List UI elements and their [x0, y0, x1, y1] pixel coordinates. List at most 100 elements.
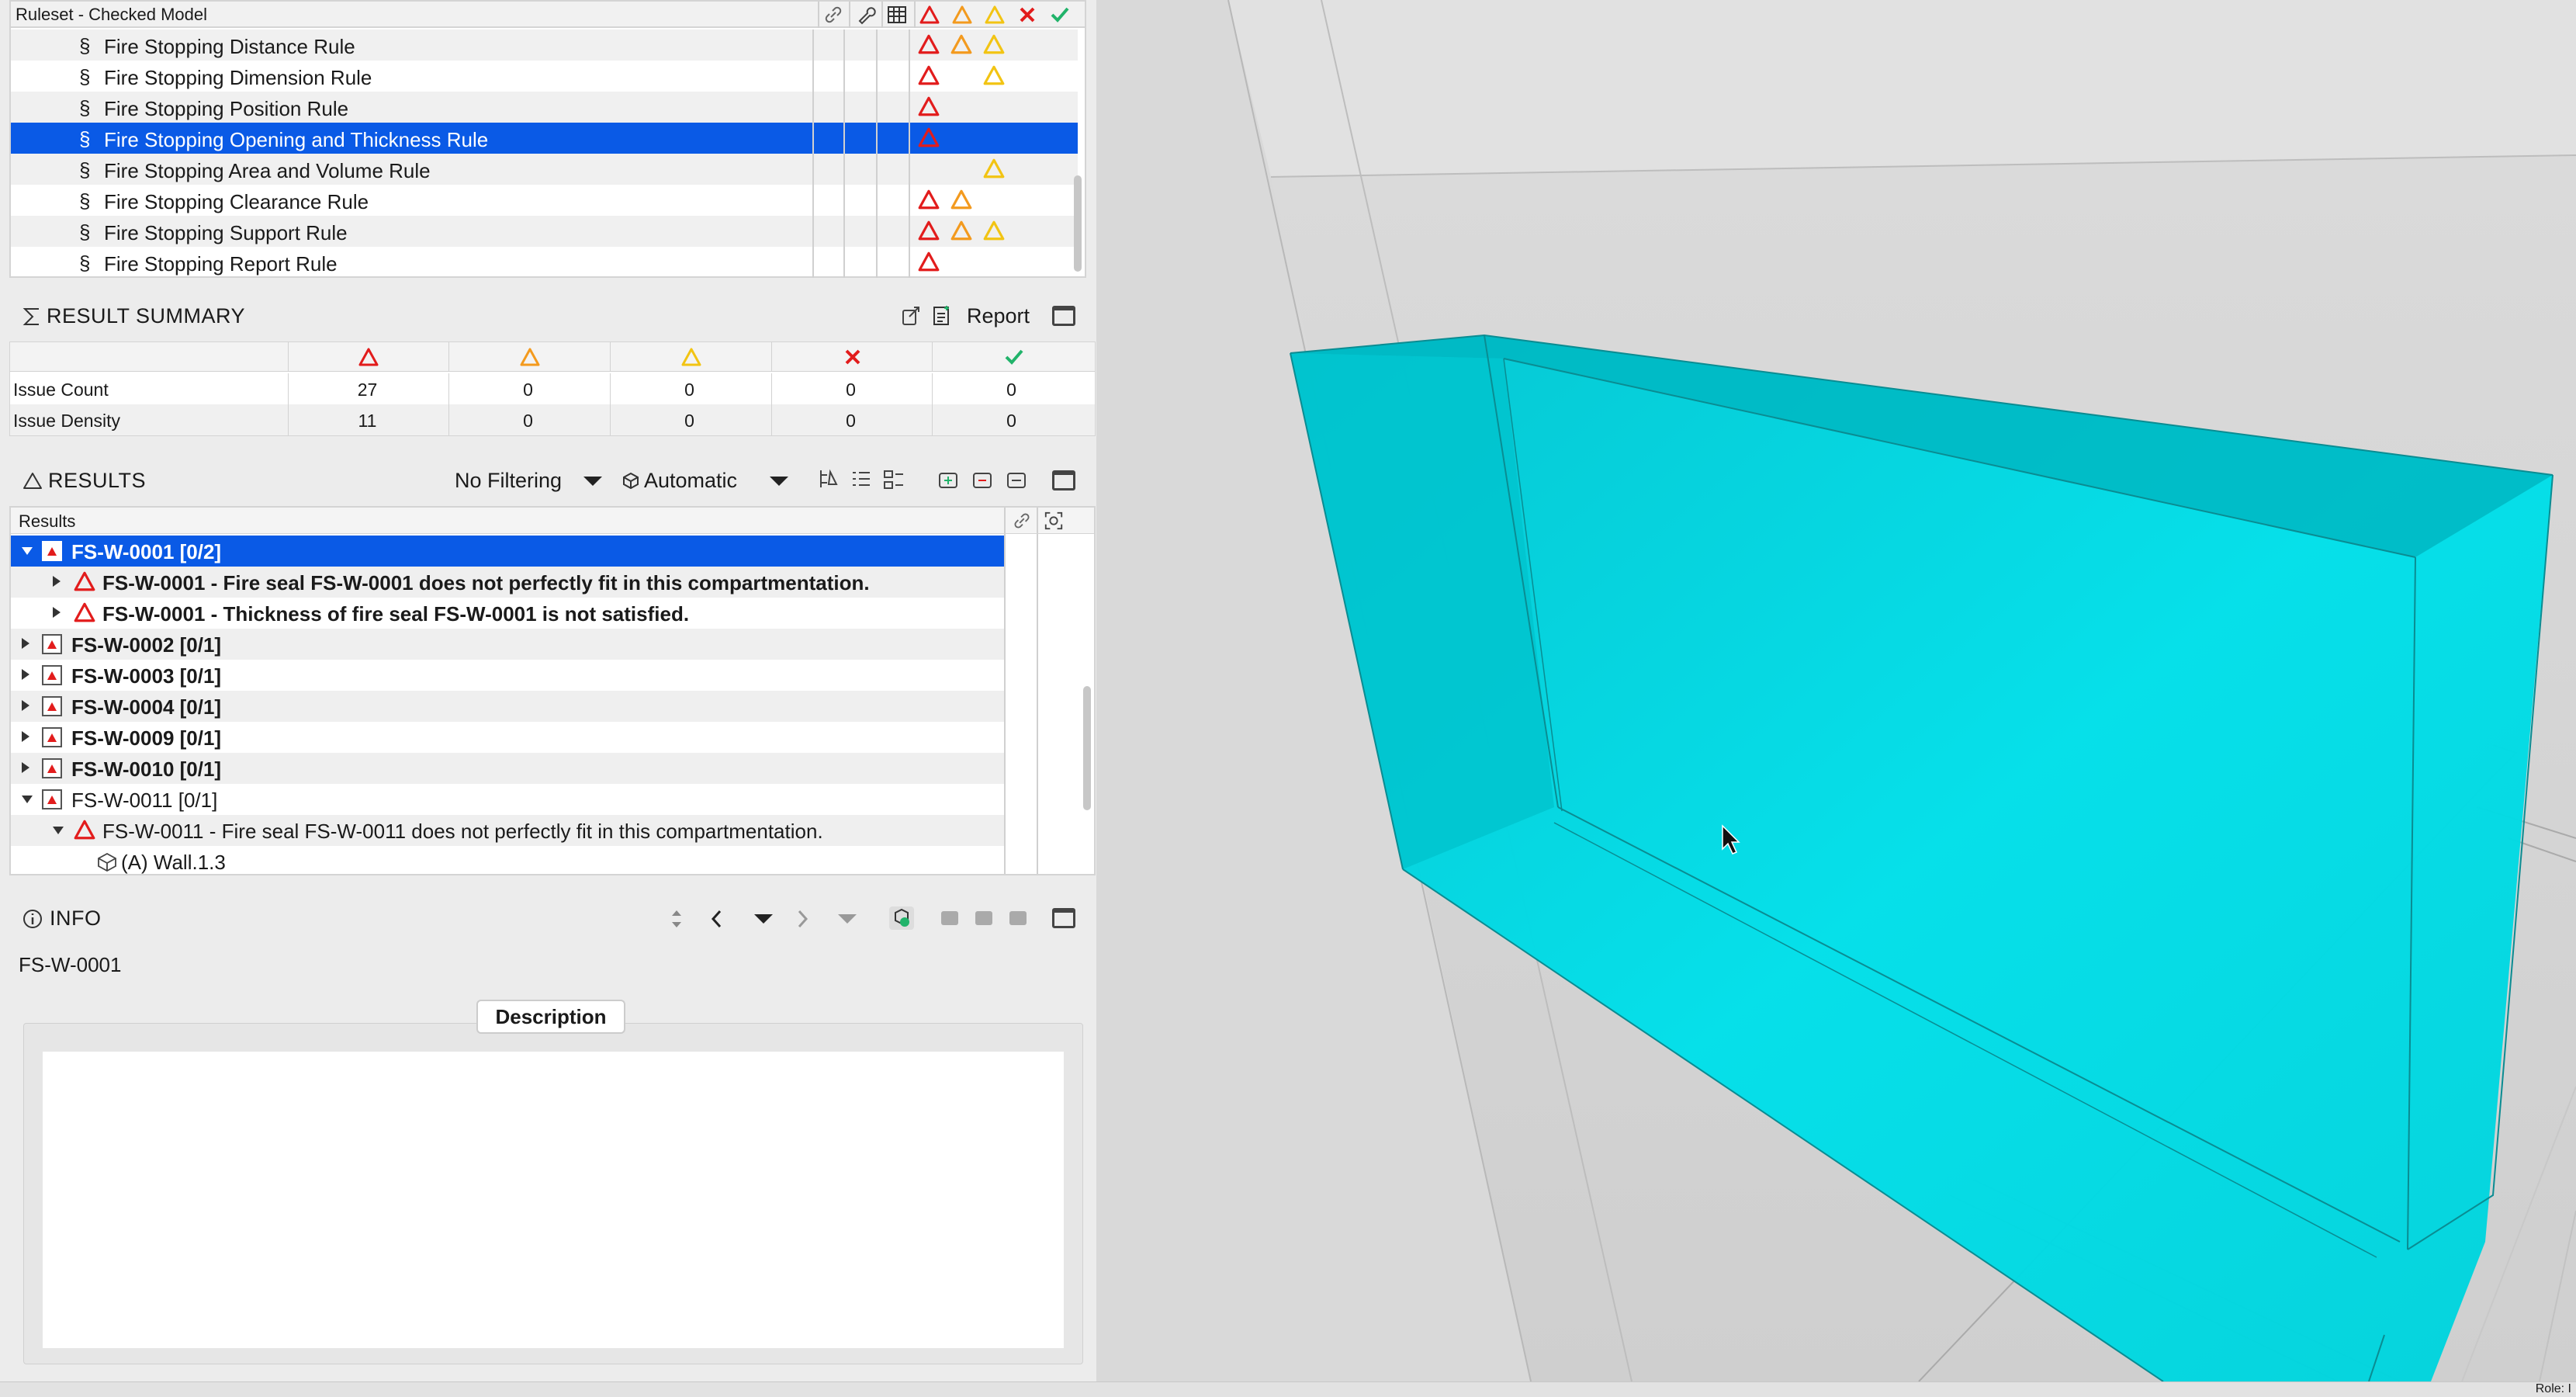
issue-group-icon: [42, 696, 62, 716]
ruleset-row[interactable]: § Fire Stopping Distance Rule: [11, 29, 1078, 61]
accepted-icon[interactable]: [1049, 4, 1071, 26]
zoom-to-fit-icon[interactable]: [1043, 511, 1065, 531]
result-group-row[interactable]: FS-W-0002 [0/1]: [11, 629, 1004, 660]
remove-presentation-icon[interactable]: [970, 467, 995, 492]
results-tree: Results FS-W-0001 [0/2] FS-W-0001 - Fire …: [9, 506, 1096, 875]
ruleset-table: Ruleset - Checked Model § Fire Stopping D…: [9, 0, 1086, 278]
summary-header-row: [10, 342, 1095, 372]
summary-row: Issue Count 27 0 0 0 0: [10, 373, 1095, 404]
ruleset-row[interactable]: § Fire Stopping Position Rule: [11, 92, 1078, 123]
rule-name: Fire Stopping Clearance Rule: [104, 190, 369, 213]
expand-chevron-right-icon[interactable]: [22, 762, 29, 773]
mode-chevron-down-icon[interactable]: [770, 477, 788, 486]
result-issue-row[interactable]: FS-W-0001 - Thickness of fire seal FS-W-…: [11, 598, 1004, 629]
result-issue-row[interactable]: FS-W-0011 - Fire seal FS-W-0011 does not…: [11, 815, 1004, 846]
ruleset-row[interactable]: § Fire Stopping Opening and Thickness Rul…: [11, 123, 1078, 154]
ruleset-row[interactable]: § Fire Stopping Area and Volume Rule: [11, 154, 1078, 185]
rule-section-icon: §: [79, 65, 91, 88]
results-scrollbar[interactable]: [1083, 686, 1091, 810]
presentation-icon[interactable]: [1004, 467, 1029, 492]
sort-icon[interactable]: [667, 906, 686, 931]
critical-issue-icon[interactable]: [919, 4, 940, 26]
rejected-icon[interactable]: [1016, 4, 1038, 26]
mode-dropdown[interactable]: Automatic: [644, 469, 737, 493]
ruleset-row[interactable]: § Fire Stopping Support Rule: [11, 216, 1078, 247]
report-button[interactable]: Report: [967, 304, 1030, 328]
upper-wall-surface: [1228, 0, 2576, 177]
wrench-icon[interactable]: [855, 4, 877, 26]
info-add-presentation-icon[interactable]: [937, 905, 962, 930]
info-icon: [23, 910, 42, 928]
maximize-info-button[interactable]: [1052, 908, 1075, 928]
result-label: FS-W-0009 [0/1]: [71, 726, 222, 750]
ruleset-scrollbar[interactable]: [1074, 175, 1082, 272]
results-link-icon[interactable]: [1012, 511, 1032, 531]
moderate-issue-icon: [950, 34, 972, 54]
result-element-row[interactable]: (A) Wall.1.3: [11, 846, 1004, 874]
info-chevron-down-icon[interactable]: [754, 914, 773, 924]
summary-cell: 0: [523, 380, 533, 400]
filter-dropdown[interactable]: No Filtering: [455, 469, 562, 493]
report-icon[interactable]: [931, 304, 953, 328]
3d-viewport[interactable]: [1096, 0, 2576, 1381]
result-group-row[interactable]: FS-W-0003 [0/1]: [11, 660, 1004, 691]
issue-group-icon: [42, 727, 62, 747]
issue-group-icon: [42, 541, 62, 561]
summary-cell: 0: [1006, 380, 1016, 400]
result-group-row[interactable]: FS-W-0011 [0/1]: [11, 784, 1004, 815]
result-group-row[interactable]: FS-W-0010 [0/1]: [11, 753, 1004, 784]
maximize-results-button[interactable]: [1052, 470, 1075, 491]
result-group-row[interactable]: FS-W-0009 [0/1]: [11, 722, 1004, 753]
expand-chevron-right-icon[interactable]: [53, 576, 61, 587]
summary-cell: 0: [684, 411, 694, 431]
summary-cell: 0: [684, 380, 694, 400]
export-icon[interactable]: [900, 304, 923, 328]
expand-chevron-right-icon[interactable]: [22, 669, 29, 680]
result-label: FS-W-0002 [0/1]: [71, 633, 222, 657]
expand-chevron-right-icon[interactable]: [22, 731, 29, 742]
ruleset-row[interactable]: § Fire Stopping Report Rule: [11, 247, 1078, 278]
moderate-issue-icon: [950, 189, 972, 210]
add-presentation-icon[interactable]: [936, 467, 961, 492]
expand-chevron-right-icon[interactable]: [22, 638, 29, 649]
expand-chevron-down-icon[interactable]: [22, 547, 33, 555]
moderate-issue-icon: [950, 220, 972, 241]
result-issue-row[interactable]: FS-W-0001 - Fire seal FS-W-0001 does not…: [11, 567, 1004, 598]
previous-icon[interactable]: [709, 906, 725, 931]
rule-section-icon: §: [79, 127, 91, 151]
next-icon[interactable]: [795, 906, 810, 931]
ruleset-row[interactable]: § Fire Stopping Dimension Rule: [11, 61, 1078, 92]
summary-cell: 0: [846, 380, 856, 400]
critical-issue-icon: [918, 251, 940, 272]
description-tab[interactable]: Description: [476, 1000, 625, 1034]
tree-view-icon[interactable]: [816, 467, 841, 492]
result-group-row[interactable]: FS-W-0004 [0/1]: [11, 691, 1004, 722]
expand-chevron-down-icon[interactable]: [22, 796, 33, 803]
issue-group-icon: [42, 665, 62, 685]
maximize-summary-button[interactable]: [1052, 306, 1075, 326]
info-presentation-icon[interactable]: [1006, 905, 1030, 930]
filter-chevron-down-icon[interactable]: [583, 477, 602, 486]
link-icon[interactable]: [822, 4, 844, 26]
low-issue-icon: [983, 34, 1005, 54]
low-column-icon: [681, 348, 701, 366]
group-view-icon[interactable]: [881, 467, 906, 492]
result-label: FS-W-0010 [0/1]: [71, 757, 222, 781]
result-group-row[interactable]: FS-W-0001 [0/2]: [11, 536, 1004, 567]
list-view-icon[interactable]: [849, 467, 874, 492]
description-content[interactable]: [43, 1052, 1064, 1348]
expand-chevron-down-icon[interactable]: [53, 827, 64, 834]
expand-chevron-right-icon[interactable]: [53, 607, 61, 618]
table-icon[interactable]: [886, 4, 908, 26]
moderate-issue-icon[interactable]: [951, 4, 973, 26]
expand-chevron-right-icon[interactable]: [22, 700, 29, 711]
3d-model-view[interactable]: [1096, 0, 2576, 1381]
critical-issue-icon: [74, 602, 95, 622]
rule-name: Fire Stopping Report Rule: [104, 252, 338, 276]
low-issue-icon[interactable]: [984, 4, 1006, 26]
next-chevron-down-icon[interactable]: [838, 914, 857, 924]
critical-issue-icon: [918, 220, 940, 241]
model-sync-icon[interactable]: [888, 905, 916, 931]
info-remove-presentation-icon[interactable]: [971, 905, 996, 930]
ruleset-row[interactable]: § Fire Stopping Clearance Rule: [11, 185, 1078, 216]
